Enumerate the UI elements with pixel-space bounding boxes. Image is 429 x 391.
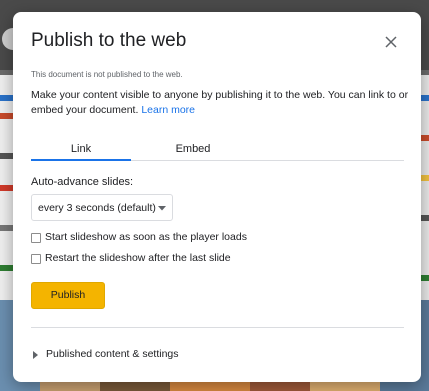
auto-advance-label: Auto-advance slides: <box>31 176 134 188</box>
learn-more-link[interactable]: Learn more <box>141 104 195 116</box>
tab-embed[interactable]: Embed <box>143 139 243 161</box>
restart-slideshow-checkbox[interactable] <box>31 254 41 264</box>
background-left-strip <box>0 75 14 300</box>
tab-link[interactable]: Link <box>31 139 131 161</box>
published-content-label: Published content & settings <box>46 348 179 360</box>
close-icon[interactable] <box>381 32 401 52</box>
publish-dialog: Publish to the web This document is not … <box>13 12 421 382</box>
caret-down-icon <box>158 206 166 211</box>
start-slideshow-checkbox[interactable] <box>31 233 41 243</box>
start-slideshow-label: Start slideshow as soon as the player lo… <box>45 231 247 243</box>
auto-advance-value: every 3 seconds (default) <box>38 202 156 214</box>
section-divider <box>31 327 404 328</box>
dialog-description: Make your content visible to anyone by p… <box>31 88 409 118</box>
triangle-right-icon <box>33 351 38 359</box>
tab-bar: Link Embed <box>31 139 404 161</box>
publish-button[interactable]: Publish <box>31 282 105 309</box>
dialog-title: Publish to the web <box>31 30 187 51</box>
restart-slideshow-label: Restart the slideshow after the last sli… <box>45 252 231 264</box>
publish-status-note: This document is not published to the we… <box>31 70 183 79</box>
auto-advance-select[interactable]: every 3 seconds (default) <box>31 194 173 221</box>
description-text: Make your content visible to anyone by p… <box>31 89 409 116</box>
